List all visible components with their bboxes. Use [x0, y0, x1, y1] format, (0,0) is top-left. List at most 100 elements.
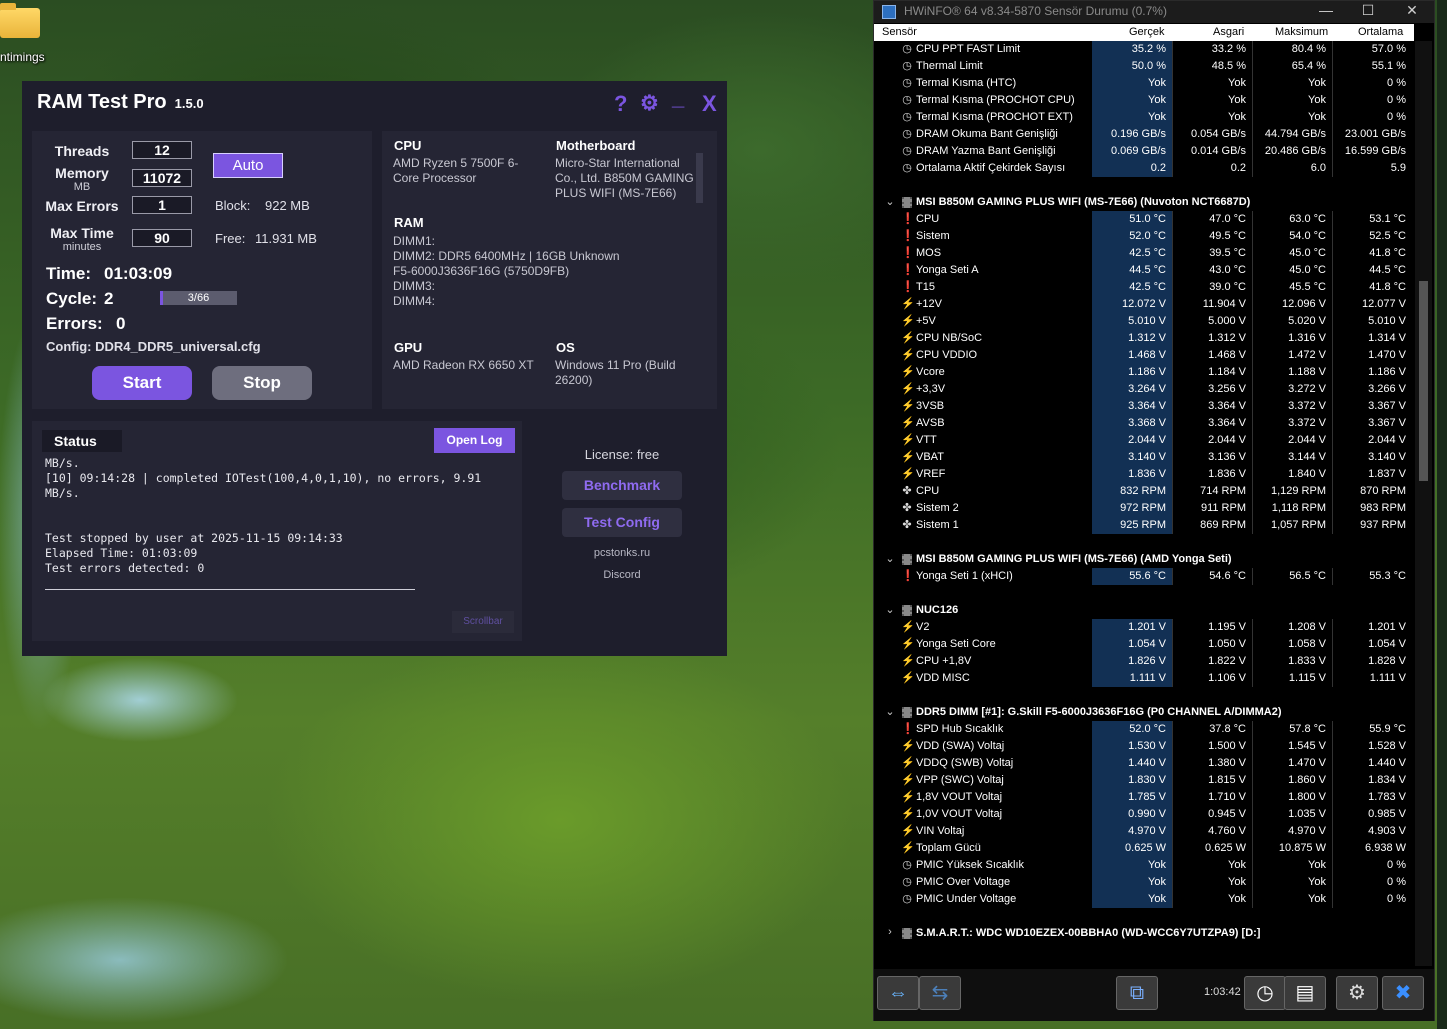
sensor-group-header[interactable]: › S.M.A.R.T.: WDC WD10EZEX-00BBHA0 (WD-WC… — [874, 925, 1414, 942]
voltage-icon: ⚡ — [901, 434, 915, 446]
sensor-name: PMIC Yüksek Sıcaklık — [916, 859, 1024, 871]
table-row[interactable]: ◷ Termal Kısma (HTC) Yok Yok Yok 0 % — [874, 75, 1414, 92]
col-avg[interactable]: Ortalama — [1358, 26, 1403, 38]
motherboard-scrollbar[interactable] — [696, 153, 703, 203]
col-sensor[interactable]: Sensör — [882, 26, 917, 38]
table-row[interactable]: ◷ CPU PPT FAST Limit 35.2 % 33.2 % 80.4 % 57.… — [874, 41, 1414, 58]
max-errors-input[interactable]: 1 — [132, 196, 192, 214]
table-row[interactable]: ⚡ VPP (SWC) Voltaj 1.830 V 1.815 V 1.860 V 1.… — [874, 772, 1414, 789]
chevron-right-icon[interactable]: › — [884, 926, 896, 938]
table-row[interactable]: ⚡ +12V 12.072 V 11.904 V 12.096 V 12.077 V — [874, 296, 1414, 313]
table-row[interactable]: ◷ PMIC Under Voltage Yok Yok Yok 0 % — [874, 891, 1414, 908]
hwinfo-minimize-button[interactable]: — — [1306, 3, 1346, 17]
table-row[interactable]: ❗ T15 42.5 °C 39.0 °C 45.5 °C 41.8 °C — [874, 279, 1414, 296]
max-value: 1.800 V — [1252, 789, 1332, 806]
avg-value: 0 % — [1332, 109, 1412, 126]
col-min[interactable]: Asgari — [1213, 26, 1244, 38]
max-time-input[interactable]: 90 — [132, 229, 192, 247]
threads-input[interactable]: 12 — [132, 141, 192, 159]
table-row[interactable]: ⚡ CPU NB/SoC 1.312 V 1.312 V 1.316 V 1.314 V — [874, 330, 1414, 347]
chevron-down-icon[interactable]: ⌄ — [884, 705, 896, 718]
sensor-name: MOS — [916, 247, 942, 259]
network-icon[interactable]: ⧉ — [1116, 976, 1158, 1010]
table-row[interactable]: ✤ Sistem 1 925 RPM 869 RPM 1,057 RPM 937 RPM — [874, 517, 1414, 534]
close-button[interactable]: X — [702, 91, 717, 117]
max-value: 1,057 RPM — [1252, 517, 1332, 534]
memory-input[interactable]: 11072 — [132, 169, 192, 187]
site-link[interactable]: pcstonks.ru — [562, 547, 682, 559]
stop-button[interactable]: Stop — [212, 366, 312, 400]
table-row[interactable]: ❗ SPD Hub Sıcaklık 52.0 °C 37.8 °C 57.8 °C 55… — [874, 721, 1414, 738]
auto-button[interactable]: Auto — [213, 153, 283, 178]
sensor-group-header[interactable]: ⌄ NUC126 — [874, 602, 1414, 619]
table-row[interactable]: ❗ Yonga Seti A 44.5 °C 43.0 °C 45.0 °C 44.5 °… — [874, 262, 1414, 279]
table-row[interactable]: ◷ Termal Kısma (PROCHOT EXT) Yok Yok Yok 0 % — [874, 109, 1414, 126]
clock-icon[interactable]: ◷ — [1244, 976, 1286, 1010]
table-row[interactable]: ⚡ +3,3V 3.264 V 3.256 V 3.272 V 3.266 V — [874, 381, 1414, 398]
background-window-edge — [1437, 0, 1447, 1029]
table-row[interactable]: ❗ Yonga Seti 1 (xHCI) 55.6 °C 54.6 °C 56.5 °… — [874, 568, 1414, 585]
table-row[interactable]: ⚡ V2 1.201 V 1.195 V 1.208 V 1.201 V — [874, 619, 1414, 636]
table-row[interactable]: ⚡ VDDQ (SWB) Voltaj 1.440 V 1.380 V 1.470 V1… — [874, 755, 1414, 772]
sensor-group-header[interactable]: ⌄ MSI B850M GAMING PLUS WIFI (MS-7E66) (N… — [874, 194, 1414, 211]
expand-arrows-icon[interactable]: ⇔ — [877, 976, 919, 1010]
hwinfo-scrollbar[interactable] — [1415, 41, 1432, 966]
chevron-down-icon[interactable]: ⌄ — [884, 552, 896, 565]
table-row[interactable]: ⚡ 3VSB 3.364 V 3.364 V 3.372 V 3.367 V — [874, 398, 1414, 415]
table-row[interactable]: ◷ Thermal Limit 50.0 % 48.5 % 65.4 % 55.1 % — [874, 58, 1414, 75]
close-x-icon[interactable]: ✖ — [1382, 976, 1424, 1010]
table-row[interactable]: ⚡ VBAT 3.140 V 3.136 V 3.144 V 3.140 V — [874, 449, 1414, 466]
table-row[interactable]: ◷ PMIC Over Voltage Yok Yok Yok 0 % — [874, 874, 1414, 891]
table-row[interactable]: ⚡ +5V 5.010 V 5.000 V 5.020 V 5.010 V — [874, 313, 1414, 330]
table-row[interactable]: ✤ Sistem 2 972 RPM 911 RPM 1,118 RPM 983 RPM — [874, 500, 1414, 517]
collapse-arrows-icon[interactable]: ⇆ — [919, 976, 961, 1010]
table-row[interactable]: ⚡ VIN Voltaj 4.970 V 4.760 V 4.970 V 4.903 V — [874, 823, 1414, 840]
table-row[interactable]: ⚡ VDD (SWA) Voltaj 1.530 V 1.500 V 1.545 V 1.… — [874, 738, 1414, 755]
hwinfo-scroll-thumb[interactable] — [1419, 281, 1428, 481]
table-row[interactable]: ⚡ AVSB 3.368 V 3.364 V 3.372 V 3.367 V — [874, 415, 1414, 432]
desktop-folder-icon[interactable]: ntimings — [0, 0, 60, 70]
chevron-down-icon[interactable]: ⌄ — [884, 195, 896, 208]
voltage-icon: ⚡ — [901, 298, 915, 310]
report-icon[interactable]: ▤ — [1284, 976, 1326, 1010]
minimize-button[interactable]: _ — [672, 85, 684, 111]
hwinfo-close-button[interactable]: ✕ — [1392, 3, 1432, 17]
test-config-button[interactable]: Test Config — [562, 508, 682, 537]
table-row[interactable]: ⚡ CPU +1,8V 1.826 V 1.822 V 1.833 V 1.828 V — [874, 653, 1414, 670]
table-row[interactable]: ⚡ VDD MISC 1.111 V 1.106 V 1.115 V 1.111 V — [874, 670, 1414, 687]
table-row[interactable]: ⚡ Vcore 1.186 V 1.184 V 1.188 V 1.186 V — [874, 364, 1414, 381]
table-row[interactable]: ⚡ CPU VDDIO 1.468 V 1.468 V 1.472 V 1.470 V — [874, 347, 1414, 364]
table-row[interactable]: ⚡ 1,0V VOUT Voltaj 0.990 V 0.945 V 1.035 V 0.… — [874, 806, 1414, 823]
hwinfo-maximize-button[interactable]: ☐ — [1348, 3, 1388, 17]
start-button[interactable]: Start — [92, 366, 192, 400]
discord-link[interactable]: Discord — [562, 569, 682, 581]
col-current[interactable]: Gerçek — [1129, 26, 1164, 38]
table-row[interactable]: ⚡ Yonga Seti Core 1.054 V 1.050 V 1.058 V 1.0… — [874, 636, 1414, 653]
table-row[interactable]: ❗ MOS 42.5 °C 39.5 °C 45.0 °C 41.8 °C — [874, 245, 1414, 262]
settings-icon[interactable]: ⚙ — [1336, 976, 1378, 1010]
table-row[interactable]: ⚡ VTT 2.044 V 2.044 V 2.044 V 2.044 V — [874, 432, 1414, 449]
sensor-group-header[interactable]: ⌄ MSI B850M GAMING PLUS WIFI (MS-7E66) (A… — [874, 551, 1414, 568]
table-row[interactable]: ✤ CPU 832 RPM 714 RPM 1,129 RPM 870 RPM — [874, 483, 1414, 500]
current-value: 2.044 V — [1092, 432, 1172, 449]
table-row[interactable]: ⚡ Toplam Gücü 0.625 W 0.625 W 10.875 W 6.938 … — [874, 840, 1414, 857]
table-row[interactable]: ⚡ VREF 1.836 V 1.836 V 1.840 V 1.837 V — [874, 466, 1414, 483]
sensor-group-header[interactable]: ⌄ DDR5 DIMM [#1]: G.Skill F5-6000J3636F16… — [874, 704, 1414, 721]
col-max[interactable]: Maksimum — [1275, 26, 1328, 38]
help-button[interactable]: ? — [614, 91, 627, 117]
sensor-name: Termal Kısma (HTC) — [916, 77, 1017, 89]
scrollbar-control[interactable]: Scrollbar — [452, 611, 514, 633]
table-row[interactable]: ◷ Termal Kısma (PROCHOT CPU) Yok Yok Yok 0 % — [874, 92, 1414, 109]
table-row[interactable]: ❗ CPU 51.0 °C 47.0 °C 63.0 °C 53.1 °C — [874, 211, 1414, 228]
benchmark-button[interactable]: Benchmark — [562, 471, 682, 500]
table-row[interactable]: ◷ Ortalama Aktif Çekirdek Sayısı 0.2 0.2 6.0… — [874, 160, 1414, 177]
table-row[interactable]: ⚡ 1,8V VOUT Voltaj 1.785 V 1.710 V 1.800 V 1.… — [874, 789, 1414, 806]
settings-gear-icon[interactable]: ⚙ — [640, 91, 659, 116]
open-log-button[interactable]: Open Log — [434, 428, 515, 453]
current-value: 3.368 V — [1092, 415, 1172, 432]
table-row[interactable]: ❗ Sistem 52.0 °C 49.5 °C 54.0 °C 52.5 °C — [874, 228, 1414, 245]
chevron-down-icon[interactable]: ⌄ — [884, 603, 896, 616]
table-row[interactable]: ◷ DRAM Yazma Bant Genişliği 0.069 GB/s 0.01… — [874, 143, 1414, 160]
table-row[interactable]: ◷ DRAM Okuma Bant Genişliği 0.196 GB/s 0.05… — [874, 126, 1414, 143]
table-row[interactable]: ◷ PMIC Yüksek Sıcaklık Yok Yok Yok 0 % — [874, 857, 1414, 874]
